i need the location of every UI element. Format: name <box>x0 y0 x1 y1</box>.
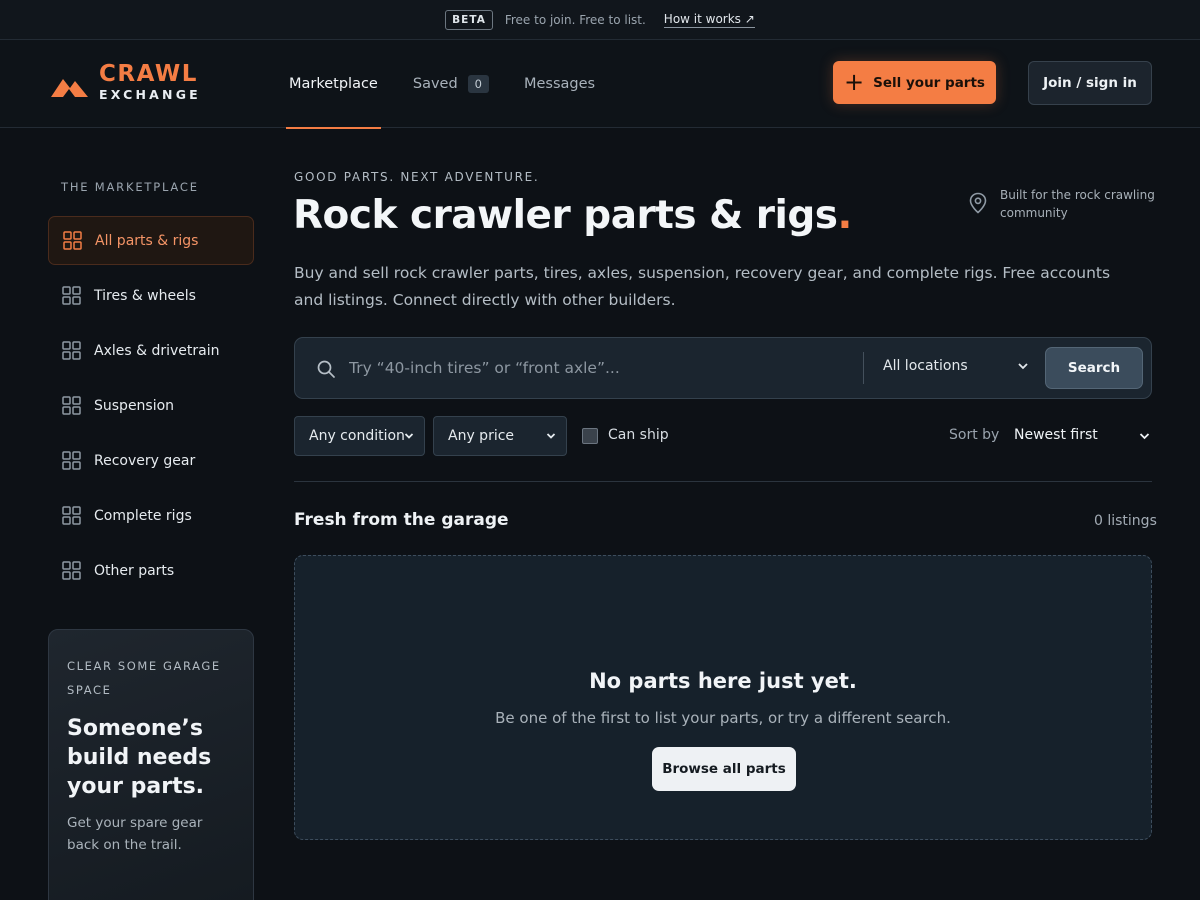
listings-count: 0 listings <box>1094 513 1157 529</box>
community-note: Built for the rock crawling community <box>968 186 1160 222</box>
sidebar-item-label: Tires & wheels <box>94 287 196 304</box>
beta-bar: BETA Free to join. Free to list. How it … <box>0 0 1200 40</box>
grid-icon <box>62 341 81 360</box>
can-ship-checkbox[interactable] <box>582 428 598 444</box>
nav-label: Marketplace <box>289 76 378 92</box>
beta-text: Free to join. Free to list. <box>504 12 646 27</box>
mountain-logo-icon <box>51 79 88 97</box>
search-icon <box>317 360 335 378</box>
nav-label: Saved <box>412 76 458 92</box>
map-pin-icon <box>969 192 987 214</box>
search-input[interactable] <box>349 350 849 386</box>
chevron-down-icon <box>404 433 414 439</box>
sidebar-item-complete-rigs[interactable]: Complete rigs <box>48 491 254 540</box>
sell-parts-button[interactable]: + Sell your parts <box>833 61 996 104</box>
page-title: Rock crawler parts & rigs. <box>293 193 852 238</box>
sidebar-item-suspension[interactable]: Suspension <box>48 381 254 430</box>
sidebar-item-all-parts[interactable]: All parts & rigs <box>48 216 254 265</box>
divider <box>294 481 1152 482</box>
promo-subtitle: Get your spare gear back on the trail. <box>67 815 203 853</box>
grid-icon <box>62 286 81 305</box>
sidebar-item-label: Recovery gear <box>94 452 196 469</box>
chevron-down-icon <box>1018 363 1028 370</box>
empty-subtitle: Be one of the first to list your parts, … <box>495 709 951 727</box>
nav-messages[interactable]: Messages <box>521 40 598 128</box>
sidebar-item-tires-wheels[interactable]: Tires & wheels <box>48 271 254 320</box>
saved-count-badge: 0 <box>467 75 489 93</box>
sell-promo-card: CLEAR SOME GARAGE SPACE Someone’s build … <box>48 629 254 900</box>
nav-label: Messages <box>523 76 596 92</box>
grid-icon <box>63 231 82 250</box>
location-select[interactable]: All locations <box>883 358 968 374</box>
sidebar-heading: THE MARKETPLACE <box>61 180 199 194</box>
join-sign-in-button[interactable]: Join / sign in <box>1028 61 1152 105</box>
empty-title: No parts here just yet. <box>589 669 857 693</box>
can-ship-label[interactable]: Can ship <box>608 427 669 443</box>
grid-icon <box>62 506 81 525</box>
sidebar-item-label: All parts & rigs <box>95 232 199 249</box>
main-nav: Marketplace Saved 0 Messages <box>286 40 627 129</box>
sidebar-item-label: Suspension <box>94 397 175 414</box>
grid-icon <box>62 396 81 415</box>
nav-saved[interactable]: Saved 0 <box>410 40 492 128</box>
hero-description: Buy and sell rock crawler parts, tires, … <box>294 264 1111 309</box>
condition-value: Any condition <box>309 428 405 444</box>
hero-kicker: GOOD PARTS. NEXT ADVENTURE. <box>294 170 540 184</box>
search-button[interactable]: Search <box>1045 347 1143 389</box>
sidebar-item-label: Axles & drivetrain <box>94 342 220 359</box>
page-title-text: Rock crawler parts & rigs <box>293 193 838 238</box>
sort-select[interactable]: Newest first <box>1014 427 1098 443</box>
sidebar-item-other-parts[interactable]: Other parts <box>48 546 254 595</box>
grid-icon <box>62 561 81 580</box>
sidebar-item-recovery-gear[interactable]: Recovery gear <box>48 436 254 485</box>
price-value: Any price <box>448 428 515 444</box>
beta-badge: BETA <box>445 9 493 30</box>
sidebar-item-label: Other parts <box>94 562 175 579</box>
grid-icon <box>62 451 81 470</box>
sort-label: Sort by <box>949 427 1000 443</box>
brand-name-line1: CRAWL <box>99 61 198 87</box>
chevron-down-icon <box>1139 433 1150 440</box>
price-select[interactable]: Any price <box>433 416 567 456</box>
condition-select[interactable]: Any condition <box>294 416 425 456</box>
search-bar: All locations Search <box>294 337 1152 399</box>
brand-logo[interactable]: CRAWL EXCHANGE <box>51 62 201 104</box>
sidebar-item-axles-drivetrain[interactable]: Axles & drivetrain <box>48 326 254 375</box>
sidebar-item-label: Complete rigs <box>94 507 192 524</box>
sell-label: Sell your parts <box>873 74 985 91</box>
site-header: CRAWL EXCHANGE Marketplace Saved 0 Messa… <box>0 40 1200 129</box>
search-divider <box>863 352 864 384</box>
nav-marketplace[interactable]: Marketplace <box>286 40 381 129</box>
plus-icon: + <box>844 67 865 96</box>
how-it-works-link[interactable]: How it works ↗ <box>663 12 755 28</box>
browse-all-parts-button[interactable]: Browse all parts <box>652 747 796 791</box>
chevron-down-icon <box>546 433 556 439</box>
listings-title: Fresh from the garage <box>294 510 509 530</box>
promo-kicker: CLEAR SOME GARAGE SPACE <box>67 659 221 697</box>
promo-title: Someone’s build needs your parts. <box>67 716 212 799</box>
title-accent-dot: . <box>837 193 853 238</box>
brand-name-line2: EXCHANGE <box>99 87 201 102</box>
empty-state: No parts here just yet. Be one of the fi… <box>294 555 1152 840</box>
community-text: Built for the rock crawling community <box>1000 188 1155 220</box>
